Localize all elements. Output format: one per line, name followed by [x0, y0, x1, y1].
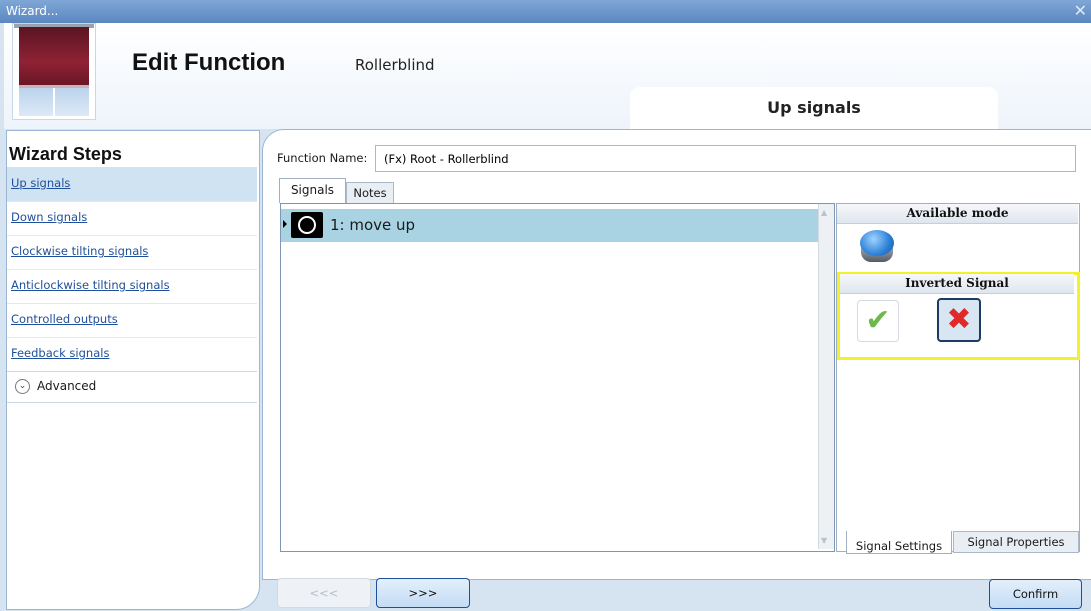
- page-subtitle: Rollerblind: [355, 56, 435, 74]
- close-icon[interactable]: ✕: [1074, 1, 1087, 20]
- next-button[interactable]: >>>: [376, 578, 470, 608]
- wizard-steps-title: Wizard Steps: [9, 144, 122, 164]
- previous-button[interactable]: <<<: [277, 578, 371, 608]
- row-pointer-icon: [283, 220, 287, 228]
- signals-list: [280, 203, 835, 552]
- blue-pushbutton-icon[interactable]: [856, 226, 898, 268]
- step-label[interactable]: Clockwise tilting signals: [11, 244, 148, 258]
- step-down-signals[interactable]: Down signals: [7, 201, 257, 235]
- rollerblind-icon: [12, 23, 96, 120]
- step-controlled-outputs[interactable]: Controlled outputs: [7, 303, 257, 337]
- window-titlebar: Wizard... ✕: [0, 0, 1091, 23]
- inverted-signal-header: Inverted Signal: [840, 274, 1074, 294]
- chevron-down-circle-icon[interactable]: ⌄: [15, 379, 30, 394]
- function-name-input[interactable]: [375, 145, 1076, 172]
- signal-label[interactable]: 1: move up: [330, 216, 415, 234]
- advanced-toggle[interactable]: ⌄ Advanced: [7, 371, 257, 403]
- current-step-tab: Up signals: [630, 87, 998, 129]
- red-x-icon[interactable]: ✖: [937, 298, 981, 342]
- page-title: Edit Function: [132, 49, 286, 76]
- signal-circle-icon: [291, 212, 323, 238]
- window-title: Wizard...: [6, 4, 59, 18]
- step-label[interactable]: Down signals: [11, 210, 87, 224]
- scroll-up-icon[interactable]: ▲: [821, 208, 827, 217]
- advanced-label: Advanced: [37, 379, 97, 393]
- tab-signal-properties[interactable]: Signal Properties: [953, 531, 1079, 553]
- tab-signal-settings[interactable]: Signal Settings: [846, 531, 952, 554]
- function-name-label: Function Name:: [277, 151, 368, 165]
- available-mode-header: Available mode: [837, 204, 1078, 224]
- confirm-button[interactable]: Confirm: [989, 579, 1082, 609]
- scroll-down-icon[interactable]: ▼: [821, 536, 827, 545]
- step-label[interactable]: Anticlockwise tilting signals: [11, 278, 170, 292]
- step-clockwise-tilting[interactable]: Clockwise tilting signals: [7, 235, 257, 269]
- step-feedback-signals[interactable]: Feedback signals: [7, 337, 257, 371]
- tab-notes[interactable]: Notes: [346, 182, 394, 203]
- list-scrollbar[interactable]: [818, 204, 834, 549]
- tab-signals[interactable]: Signals: [279, 178, 346, 203]
- checkmark-icon[interactable]: ✔: [857, 300, 899, 342]
- step-label[interactable]: Up signals: [11, 176, 70, 190]
- wizard-steps-panel: Wizard Steps Up signals Down signals Clo…: [6, 130, 260, 610]
- step-label[interactable]: Feedback signals: [11, 346, 109, 360]
- step-anticlockwise-tilting[interactable]: Anticlockwise tilting signals: [7, 269, 257, 303]
- current-step-label: Up signals: [767, 98, 861, 117]
- step-up-signals[interactable]: Up signals: [7, 167, 257, 201]
- step-label[interactable]: Controlled outputs: [11, 312, 118, 326]
